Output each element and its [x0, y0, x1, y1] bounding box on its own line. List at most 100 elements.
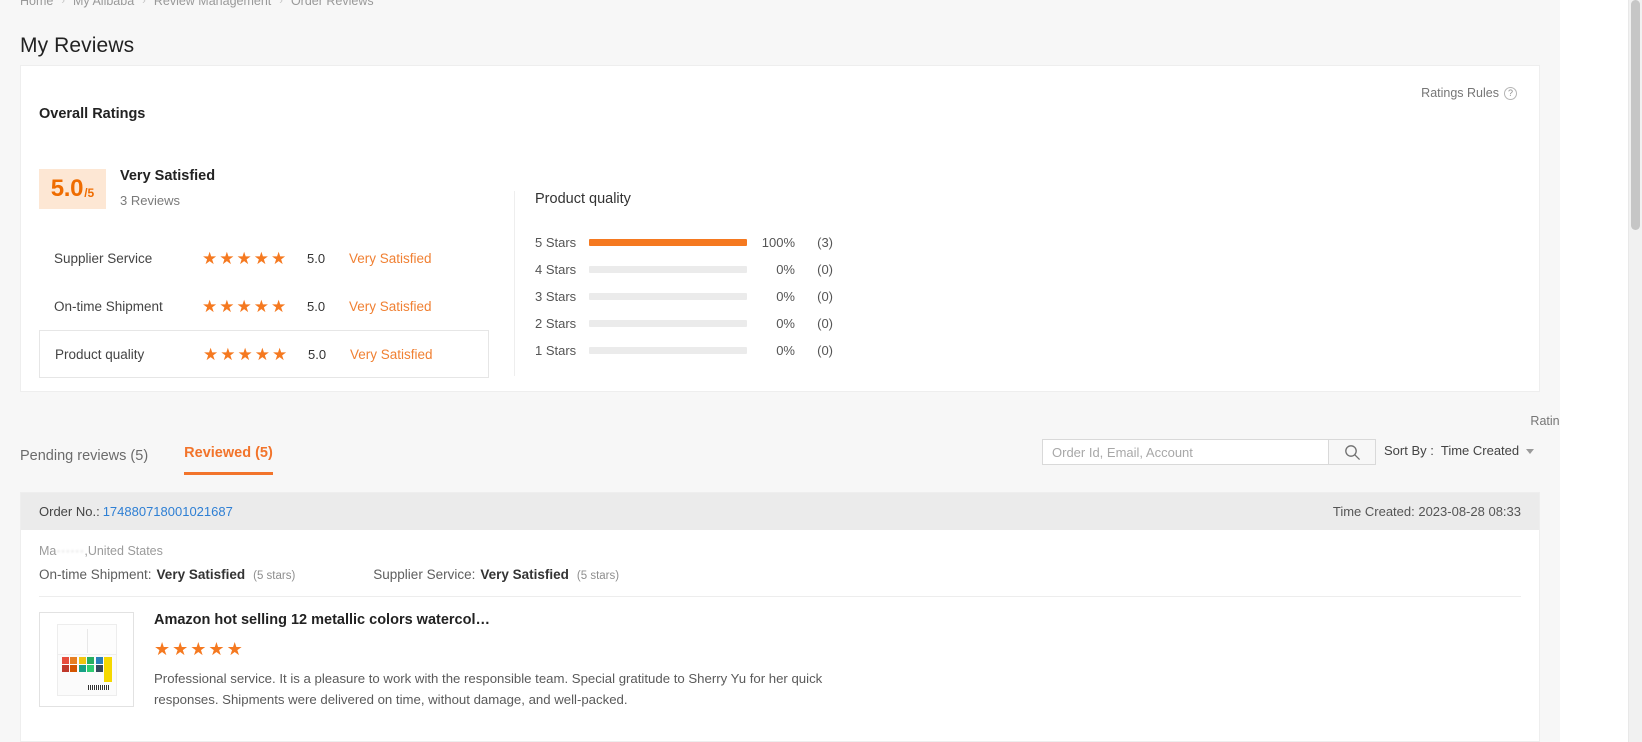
- breadcrumb-item-my-alibaba[interactable]: My Alibaba: [73, 0, 134, 8]
- breakdown-row-supplier-service[interactable]: Supplier Service ★ ★ ★ ★ ★ 5.0 Very Sati…: [39, 234, 489, 282]
- star-icon: ★: [220, 344, 236, 364]
- breadcrumb-separator-icon: ›: [61, 0, 66, 7]
- review-item-card: Order No.: 174880718001021687 Time Create…: [20, 492, 1540, 742]
- distribution-count: (0): [817, 262, 833, 277]
- buyer-country: ,United States: [84, 543, 163, 558]
- ratings-rules-link[interactable]: Ratings Rules ?: [1421, 86, 1517, 100]
- distribution-row-4-stars: 4 Stars 0% (0): [535, 256, 833, 283]
- product-title[interactable]: Amazon hot selling 12 metallic colors wa…: [154, 612, 1521, 629]
- overall-score-value: 5.0: [50, 175, 84, 202]
- star-icon: ★: [208, 639, 225, 660]
- buyer-block: Ma ······ ,United States On-time Shipmen…: [21, 530, 1539, 597]
- breakdown-row-on-time-shipment[interactable]: On-time Shipment ★ ★ ★ ★ ★ 5.0 Very Sati…: [39, 282, 489, 330]
- star-icon: ★: [271, 248, 287, 268]
- star-icon: ★: [253, 296, 269, 316]
- review-tabs: Pending reviews (5) Reviewed (5): [20, 437, 273, 475]
- question-mark-icon[interactable]: ?: [1504, 86, 1517, 100]
- distribution-row-1-stars: 1 Stars 0% (0): [535, 337, 833, 364]
- search-input[interactable]: [1042, 439, 1328, 465]
- breakdown-score: 5.0: [307, 298, 326, 314]
- distribution-category: 5 Stars: [535, 235, 577, 250]
- star-icon: ★: [226, 639, 243, 660]
- distribution-percent: 0%: [776, 262, 795, 277]
- tab-pending-reviews[interactable]: Pending reviews (5): [20, 448, 148, 475]
- search-icon: [1344, 444, 1360, 460]
- star-icon: ★: [237, 344, 253, 364]
- watercolor-palette-image: [56, 623, 117, 696]
- search-button[interactable]: [1328, 439, 1376, 465]
- chevron-down-icon[interactable]: [1526, 449, 1535, 454]
- breadcrumb-item-home[interactable]: Home: [20, 0, 53, 8]
- breakdown-word: Very Satisfied: [349, 298, 432, 314]
- distribution-percent: 0%: [776, 316, 795, 331]
- distribution-bar-track: [589, 293, 747, 300]
- product-rating-stars: ★ ★ ★ ★ ★: [154, 640, 1521, 658]
- distribution-bar-fill: [589, 239, 747, 246]
- breakdown-stars: ★ ★ ★ ★ ★: [203, 346, 308, 363]
- star-icon: ★: [202, 296, 218, 316]
- order-time-created: Time Created: 2023-08-28 08:33: [1332, 504, 1521, 519]
- distribution-row-2-stars: 2 Stars 0% (0): [535, 310, 833, 337]
- distribution-count: (0): [817, 316, 833, 331]
- metric-label: Supplier Service:: [373, 567, 476, 582]
- star-icon: ★: [219, 296, 235, 316]
- distribution-bar-track: [589, 320, 747, 327]
- overall-score-label: Very Satisfied: [120, 168, 216, 184]
- breakdown-stars: ★ ★ ★ ★ ★: [202, 250, 307, 267]
- metric-label: On-time Shipment:: [39, 567, 152, 582]
- breadcrumb-item-order-reviews[interactable]: Order Reviews: [291, 0, 374, 8]
- order-number-link[interactable]: 174880718001021687: [103, 504, 233, 519]
- star-icon: ★: [202, 248, 218, 268]
- product-info: Amazon hot selling 12 metallic colors wa…: [154, 612, 1521, 710]
- breadcrumb-separator-icon: ›: [279, 0, 283, 7]
- distribution-category: 2 Stars: [535, 316, 577, 331]
- overall-score-denominator: /5: [84, 185, 95, 200]
- ratings-rules-label: Ratings Rules: [1421, 86, 1499, 100]
- star-icon: ★: [190, 639, 207, 660]
- page-scrollbar-track[interactable]: [1628, 0, 1642, 742]
- metric-stars-text: (5 stars): [253, 570, 296, 582]
- page-root: Home › My Alibaba › Review Management › …: [0, 0, 1642, 742]
- rating-distribution-chart: Product quality 5 Stars 100% (3) 4 Stars…: [514, 191, 833, 376]
- review-body-text: Professional service. It is a pleasure t…: [154, 671, 823, 707]
- metric-value: Very Satisfied: [156, 567, 246, 582]
- sort-by-value: Time Created: [1440, 443, 1520, 458]
- tab-reviewed[interactable]: Reviewed (5): [184, 445, 273, 475]
- breakdown-row-product-quality[interactable]: Product quality ★ ★ ★ ★ ★ 5.0 Very Satis…: [39, 330, 489, 378]
- buyer-name-redacted: ······: [56, 543, 85, 558]
- star-icon: ★: [219, 248, 235, 268]
- breakdown-label: Product quality: [55, 346, 145, 362]
- buyer-name-prefix: Ma: [39, 543, 57, 558]
- palette-accent: [103, 656, 112, 682]
- star-icon: ★: [271, 296, 287, 316]
- breadcrumb-item-review-management[interactable]: Review Management: [154, 0, 271, 8]
- product-thumbnail[interactable]: [39, 612, 134, 707]
- distribution-percent: 0%: [776, 289, 795, 304]
- metric-value: Very Satisfied: [480, 567, 569, 582]
- distribution-bar-track: [589, 239, 747, 246]
- distribution-category: 4 Stars: [535, 262, 577, 277]
- breakdown-score: 5.0: [308, 346, 327, 362]
- page-scrollbar-thumb[interactable]: [1631, 0, 1640, 230]
- sort-by-dropdown[interactable]: Sort By : Time Created: [1384, 443, 1535, 458]
- distribution-bar-track: [589, 266, 747, 273]
- breakdown-word: Very Satisfied: [349, 250, 432, 266]
- distribution-title: Product quality: [535, 191, 631, 207]
- star-icon: ★: [254, 344, 270, 364]
- search-box: [1042, 439, 1376, 465]
- order-number-block: Order No.: 174880718001021687: [39, 504, 233, 519]
- star-icon: ★: [154, 639, 171, 660]
- breakdown-stars: ★ ★ ★ ★ ★: [202, 298, 307, 315]
- distribution-count: (0): [817, 289, 833, 304]
- star-icon: ★: [203, 344, 219, 364]
- ratings-breakdown-list: Supplier Service ★ ★ ★ ★ ★ 5.0 Very Sati…: [39, 234, 489, 378]
- metric-stars-text: (5 stars): [576, 570, 620, 582]
- distribution-row-3-stars: 3 Stars 0% (0): [535, 283, 833, 310]
- overall-ratings-heading: Overall Ratings: [39, 106, 146, 122]
- distribution-bar-track: [589, 347, 747, 354]
- overall-ratings-card: Ratings Rules ? Overall Ratings 5.0 /5 V…: [20, 65, 1540, 392]
- buyer-name: Ma ······ ,United States: [39, 542, 1521, 559]
- sort-by-label: Sort By :: [1384, 443, 1434, 458]
- star-icon: ★: [172, 639, 189, 660]
- palette-lid: [57, 624, 116, 655]
